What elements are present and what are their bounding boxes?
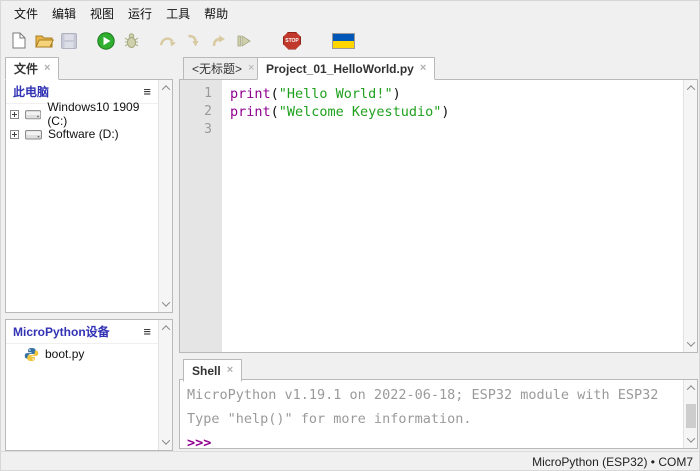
expand-icon[interactable] — [10, 130, 19, 139]
status-bar: MicroPython (ESP32) • COM7 — [1, 451, 700, 471]
debug-bug-icon — [123, 32, 140, 49]
menu-item-run[interactable]: 运行 — [121, 2, 159, 25]
code-area[interactable]: print("Hello World!") print("Welcome Key… — [222, 80, 697, 352]
step-out-icon — [211, 34, 226, 47]
device-header: MicroPython设备 ≡ — [6, 320, 158, 344]
support-ukraine-button[interactable] — [329, 29, 357, 53]
micropython-device-panel: MicroPython设备 ≡ boot.py — [5, 319, 173, 451]
save-floppy-icon — [61, 33, 77, 49]
python-file-icon — [24, 347, 39, 362]
close-icon[interactable]: × — [44, 63, 50, 74]
scroll-up-icon[interactable] — [684, 81, 698, 95]
menu-bar: 文件 编辑 视图 运行 工具 帮助 — [1, 1, 700, 25]
panel-menu-icon[interactable]: ≡ — [143, 325, 151, 338]
scroll-up-icon[interactable] — [159, 321, 173, 335]
code-line: print("Welcome Keyestudio") — [230, 103, 697, 121]
tree-item-drive-c[interactable]: Windows10 1909 (C:) — [6, 104, 158, 124]
editor-scrollbar[interactable] — [683, 80, 697, 352]
shell-tab-label: Shell — [192, 364, 221, 378]
files-panel-tab[interactable]: 文件 × — [5, 57, 59, 80]
files-scrollbar[interactable] — [158, 80, 172, 312]
resume-button[interactable] — [231, 29, 255, 53]
step-over-icon — [159, 34, 177, 47]
step-into-icon — [186, 34, 201, 47]
toolbar: STOP — [1, 25, 700, 56]
resume-icon — [236, 34, 251, 48]
tree-item-boot-py[interactable]: boot.py — [6, 344, 158, 364]
open-file-button[interactable] — [32, 29, 56, 53]
close-icon[interactable]: × — [420, 63, 426, 74]
new-file-button[interactable] — [7, 29, 31, 53]
this-computer-panel: 此电脑 ≡ Windows10 1909 (C:) So — [5, 79, 173, 313]
editor-tab-project-01[interactable]: Project_01_HelloWorld.py × — [257, 57, 435, 80]
boot-py-label: boot.py — [45, 347, 84, 361]
device-title: MicroPython设备 — [13, 323, 110, 340]
editor-tab-untitled[interactable]: <无标题> × — [183, 57, 263, 80]
shell-banner-line: MicroPython v1.19.1 on 2022-06-18; ESP32… — [187, 383, 681, 407]
run-script-button[interactable] — [94, 29, 118, 53]
shell-output: MicroPython v1.19.1 on 2022-06-18; ESP32… — [187, 383, 681, 455]
scroll-up-icon[interactable] — [159, 81, 173, 95]
step-into-button[interactable] — [181, 29, 205, 53]
menu-item-help[interactable]: 帮助 — [197, 2, 235, 25]
run-play-icon — [97, 32, 115, 50]
expand-icon[interactable] — [10, 110, 19, 119]
device-scrollbar[interactable] — [158, 320, 172, 450]
new-file-icon — [12, 32, 26, 49]
line-number: 3 — [180, 121, 222, 139]
menu-item-file[interactable]: 文件 — [7, 2, 45, 25]
menu-item-edit[interactable]: 编辑 — [45, 2, 83, 25]
drive-d-label: Software (D:) — [48, 127, 119, 141]
files-tab-label: 文件 — [14, 60, 38, 77]
scroll-thumb[interactable] — [686, 404, 696, 428]
scroll-down-icon[interactable] — [684, 337, 698, 351]
menu-item-view[interactable]: 视图 — [83, 2, 121, 25]
scroll-down-icon[interactable] — [159, 435, 173, 449]
code-editor[interactable]: 1 2 3 print("Hello World!") print("Welco… — [179, 79, 698, 353]
code-line: print("Hello World!") — [230, 85, 697, 103]
line-number-gutter: 1 2 3 — [180, 80, 222, 352]
ukraine-flag-icon — [332, 33, 355, 49]
drive-c-label: Windows10 1909 (C:) — [47, 100, 158, 128]
backend-status-label: MicroPython (ESP32) • COM7 — [532, 455, 693, 469]
this-computer-title: 此电脑 — [13, 83, 49, 100]
save-file-button[interactable] — [57, 29, 81, 53]
step-out-button[interactable] — [206, 29, 230, 53]
close-icon[interactable]: × — [227, 365, 233, 376]
open-folder-icon — [35, 33, 54, 48]
line-number: 1 — [180, 85, 222, 103]
drive-icon — [25, 128, 42, 141]
line-number: 2 — [180, 103, 222, 121]
code-line — [230, 121, 697, 139]
shell-panel[interactable]: MicroPython v1.19.1 on 2022-06-18; ESP32… — [179, 379, 698, 449]
project-tab-label: Project_01_HelloWorld.py — [266, 62, 414, 76]
step-over-button[interactable] — [156, 29, 180, 53]
stop-backend-button[interactable]: STOP — [280, 29, 304, 53]
stop-sign-icon: STOP — [283, 32, 301, 50]
untitled-tab-label: <无标题> — [192, 60, 242, 77]
shell-help-line: Type "help()" for more information. — [187, 407, 681, 431]
shell-tab[interactable]: Shell × — [183, 359, 242, 382]
scroll-up-icon[interactable] — [684, 381, 698, 395]
shell-scrollbar[interactable] — [683, 380, 697, 448]
scroll-down-icon[interactable] — [159, 297, 173, 311]
debug-script-button[interactable] — [119, 29, 143, 53]
panel-menu-icon[interactable]: ≡ — [143, 85, 151, 98]
drive-icon — [25, 108, 41, 121]
menu-item-tools[interactable]: 工具 — [159, 2, 197, 25]
thonny-window: 文件 编辑 视图 运行 工具 帮助 — [0, 0, 700, 471]
scroll-down-icon[interactable] — [684, 433, 698, 447]
close-icon[interactable]: × — [248, 63, 254, 74]
